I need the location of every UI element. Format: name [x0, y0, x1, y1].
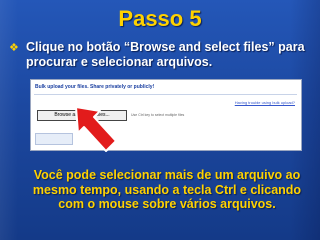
slide-title: Passo 5 [118, 6, 202, 31]
screenshot-footer-box [35, 133, 73, 145]
screenshot-divider [34, 94, 297, 95]
screenshot-heading: Bulk upload your files. Share privately … [35, 84, 155, 90]
tip-text: Você pode selecionar mais de um arquivo … [32, 168, 302, 211]
instruction-text: Clique no botão “Browse and select files… [26, 40, 305, 69]
help-link[interactable]: Having trouble using bulk upload? [235, 100, 295, 105]
bullet-marker-icon: ❖ [9, 42, 19, 54]
pointer-arrow-icon [75, 106, 117, 152]
screenshot-hint: Use Ctrl key to select multiple files [131, 113, 185, 117]
